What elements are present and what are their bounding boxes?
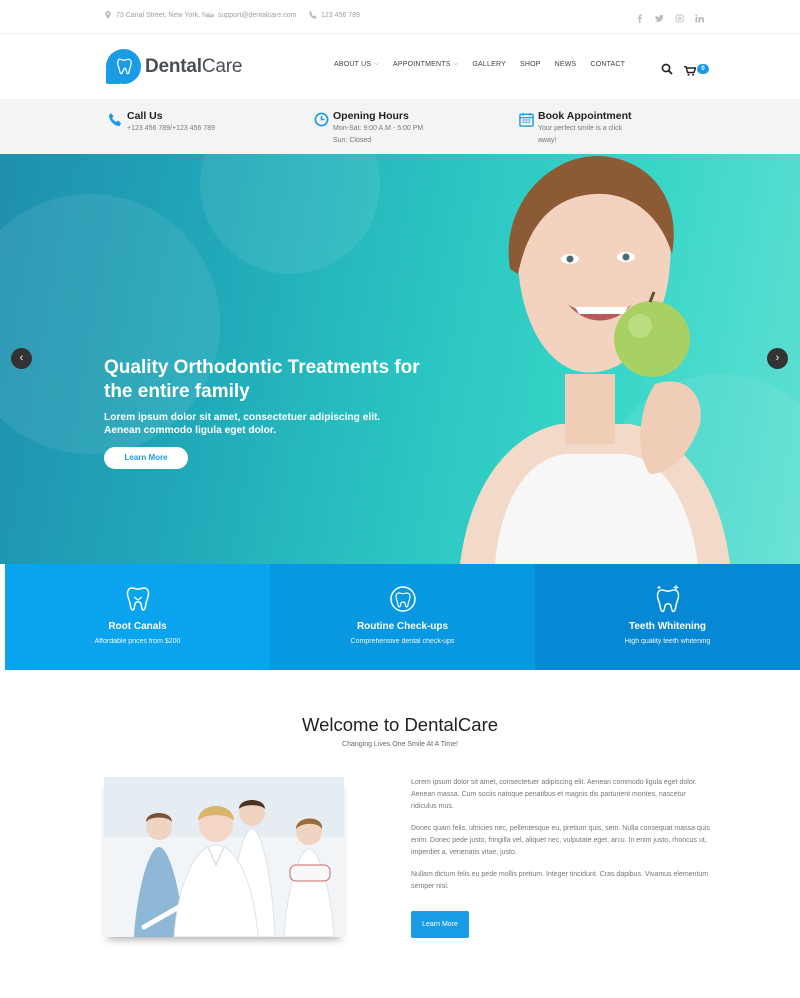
phone-text[interactable]: 123 456 789 (321, 12, 360, 19)
social-links (635, 10, 704, 23)
sparkle-tooth-icon (656, 585, 679, 613)
nav-label: SHOP (519, 61, 541, 68)
call-us-numbers: +123 456 789/+123 456 789 (127, 125, 215, 132)
cart-count-badge[interactable]: 0 (697, 64, 709, 74)
clock-icon (314, 112, 329, 127)
email-info[interactable]: support@dentalcare.com (206, 11, 296, 19)
service-teeth-whitening[interactable]: Teeth Whitening High quality teeth white… (535, 564, 800, 670)
book-appointment-title: Book Appointment (538, 110, 632, 122)
service-subtitle: High quality teeth whitening (624, 638, 711, 645)
welcome-title: Welcome to DentalCare (301, 714, 499, 735)
calendar-icon (519, 112, 534, 127)
phone-icon (108, 112, 122, 127)
nav-label: CONTACT (590, 61, 626, 68)
opening-hours-sunday: Sun: Closed (333, 137, 372, 144)
service-root-canals[interactable]: Root Canals Affordable prices from $200 (5, 564, 270, 670)
welcome-paragraph-2: Donec quam felis, ultricies nec, pellent… (411, 825, 710, 856)
tooth-logo-icon (106, 49, 141, 84)
info-strip: Call Us +123 456 789/+123 456 789 Openin… (0, 99, 800, 154)
call-us-block[interactable]: Call Us +123 456 789/+123 456 789 (108, 110, 267, 135)
dental-team-photo (104, 777, 344, 937)
service-subtitle: Affordable prices from $200 (94, 638, 181, 645)
nav-item-news[interactable]: NEWS (555, 61, 577, 68)
nav-item-about-us[interactable]: ABOUT US ⌵ (334, 61, 379, 68)
address-text: 73 Canal Street, New York, NY (116, 11, 212, 19)
book-appointment-text: Your perfect smile is a click away! (538, 125, 623, 144)
slider-prev-arrow-icon[interactable]: ‹ (11, 348, 32, 369)
hero-learn-more-button[interactable]: Learn More (104, 447, 188, 469)
location-pin-icon (105, 11, 111, 19)
service-title: Root Canals (108, 621, 167, 632)
envelope-icon (206, 12, 214, 18)
nav-item-contact[interactable]: CONTACT (590, 61, 625, 68)
top-bar: 73 Canal Street, New York, NY support@de… (0, 0, 800, 34)
nav-item-appointments[interactable]: APPOINTMENTS ⌵ (393, 61, 458, 68)
slider-next-arrow-icon[interactable]: › (767, 348, 788, 369)
email-text[interactable]: support@dentalcare.com (218, 12, 296, 19)
site-header: DentalCare ABOUT US ⌵ APPOINTMENTS ⌵ GALLE… (0, 35, 800, 99)
facebook-icon[interactable] (635, 10, 644, 23)
phone-info[interactable]: 123 456 789 (309, 11, 360, 19)
logo-text: DentalCare (145, 56, 242, 78)
service-subtitle: Comprehensive dental check-ups (350, 638, 455, 645)
logo-text-bold: Dental (145, 55, 202, 77)
nav-label: APPOINTMENTS (393, 61, 451, 68)
twitter-icon[interactable] (655, 10, 664, 23)
address-info: 73 Canal Street, New York, NY (104, 11, 212, 19)
hero-woman-with-apple-image (460, 155, 730, 564)
service-title: Teeth Whitening (628, 621, 707, 632)
cart-icon[interactable] (684, 63, 697, 76)
service-routine-checkups[interactable]: Routine Check-ups Comprehensive dental c… (270, 564, 535, 670)
nav-label: NEWS (554, 61, 577, 68)
welcome-paragraph-1: Lorem ipsum dolor sit amet, consectetuer… (411, 779, 697, 810)
welcome-learn-more-button[interactable]: Learn More (411, 911, 469, 938)
welcome-subtitle: Changing Lives One Smile At A Time! (342, 741, 458, 748)
chevron-down-icon: ⌵ (453, 61, 459, 67)
tooth-icon (126, 587, 149, 611)
nav-label: GALLERY (472, 61, 506, 68)
welcome-paragraph-3: Nullam dictum felis eu pede mollis preti… (411, 871, 709, 890)
call-us-title: Call Us (127, 110, 163, 122)
opening-hours-weekdays: Mon-Sat: 9:00 A.M - 5:00 PM (333, 125, 424, 132)
hero-title: Quality Orthodontic Treatments for the e… (104, 357, 420, 402)
services-row: Root Canals Affordable prices from $200 … (5, 564, 800, 670)
service-title: Routine Check-ups (356, 621, 449, 632)
hero-slider: Quality Orthodontic Treatments for the e… (0, 154, 800, 564)
instagram-icon[interactable] (675, 10, 684, 23)
book-appointment-block[interactable]: Book Appointment Your perfect smile is a… (519, 110, 633, 147)
linkedin-icon[interactable] (695, 10, 704, 23)
main-nav: ABOUT US ⌵ APPOINTMENTS ⌵ GALLERY SHOP NEW… (334, 61, 639, 68)
nav-item-gallery[interactable]: GALLERY (472, 61, 506, 68)
opening-hours-title: Opening Hours (333, 110, 409, 122)
hero-subtitle: Lorem ipsum dolor sit amet, consectetuer… (104, 412, 381, 436)
search-icon[interactable] (661, 62, 673, 75)
logo-text-light: Care (201, 55, 243, 77)
nav-item-shop[interactable]: SHOP (520, 61, 541, 68)
logo[interactable]: DentalCare (106, 49, 242, 84)
chevron-down-icon: ⌵ (374, 61, 380, 67)
nav-label: ABOUT US (334, 61, 372, 68)
opening-hours-block: Opening Hours Mon-Sat: 9:00 A.M - 5:00 P… (314, 110, 443, 147)
hero-background-shape (200, 154, 380, 274)
tooth-checkup-icon (389, 586, 416, 612)
phone-icon (309, 11, 317, 19)
